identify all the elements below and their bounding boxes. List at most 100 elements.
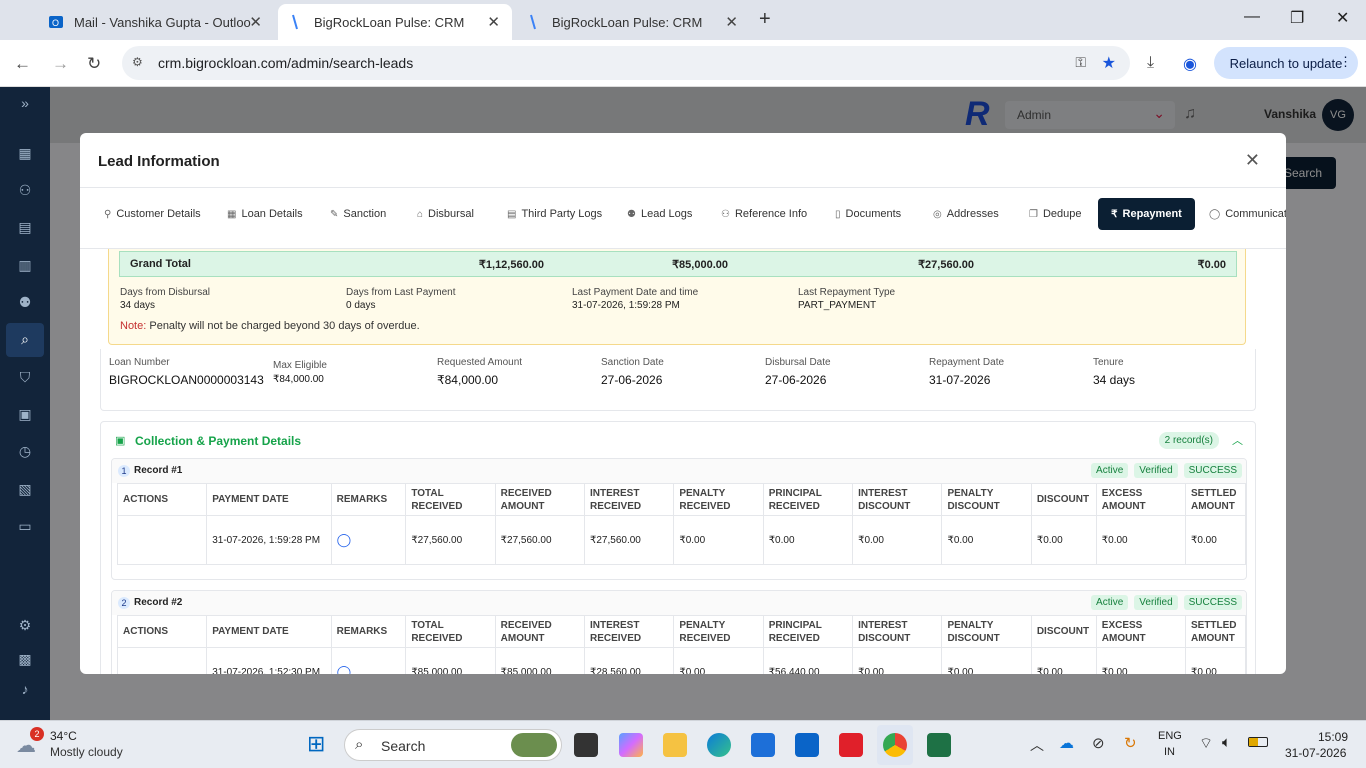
close-tab-icon[interactable]: ✕ bbox=[725, 13, 738, 31]
bookmark-star-icon[interactable]: ★ bbox=[1102, 53, 1116, 73]
stat-value: 31-07-2026, 1:59:28 PM bbox=[572, 300, 680, 311]
browser-tab-crm-active[interactable]: BigRockLoan Pulse: CRM ✕ bbox=[278, 4, 512, 40]
edge-icon[interactable] bbox=[707, 733, 731, 757]
payment-table: ACTIONS PAYMENT DATE REMARKS TOTAL RECEI… bbox=[116, 483, 1246, 565]
omnibox[interactable]: ⚙ crm.bigrockloan.com/admin/search-leads… bbox=[122, 46, 1130, 80]
column-header: PAYMENT DATE bbox=[206, 615, 332, 648]
note-prefix: Note: bbox=[120, 320, 147, 332]
clock-date[interactable]: 31-07-2026 bbox=[1285, 746, 1346, 760]
column-header: DISCOUNT bbox=[1030, 615, 1097, 648]
tab-dedupe[interactable]: ❐ Dedupe bbox=[1021, 198, 1090, 230]
windows-taskbar: ☁ 2 34°C Mostly cloudy ⊞ ⌕ Search ︿ ☁ ⊘ … bbox=[0, 720, 1366, 768]
calendar-icon[interactable]: ▣ bbox=[16, 406, 34, 424]
tab-loan-details[interactable]: ▦ Loan Details bbox=[219, 198, 311, 230]
expand-icon[interactable]: » bbox=[16, 95, 34, 113]
briefcase-icon[interactable]: ▩ bbox=[16, 651, 34, 669]
task-view-icon[interactable] bbox=[574, 733, 598, 757]
more-menu-icon[interactable]: ⋮ bbox=[1339, 54, 1352, 70]
table-cell: ₹0.00 bbox=[852, 647, 943, 674]
report-icon[interactable]: ▧ bbox=[16, 481, 34, 499]
bell-icon[interactable]: ♪ bbox=[16, 681, 34, 699]
clock-icon[interactable]: ◷ bbox=[16, 443, 34, 461]
chart-icon[interactable]: ▥ bbox=[16, 257, 34, 275]
tab-repayment[interactable]: ₹ Repayment bbox=[1098, 198, 1195, 230]
browser-tab-crm[interactable]: BigRockLoan Pulse: CRM ✕ bbox=[516, 4, 750, 40]
onedrive-icon[interactable]: ☁ bbox=[1059, 734, 1074, 752]
stat-label: Last Payment Date and time bbox=[572, 287, 699, 298]
chevron-up-icon[interactable]: ︿ bbox=[1030, 735, 1044, 755]
url-text[interactable]: crm.bigrockloan.com/admin/search-leads bbox=[158, 55, 413, 71]
tab-addresses[interactable]: ◎ Addresses bbox=[925, 198, 1007, 230]
update-icon[interactable]: ↻ bbox=[1124, 734, 1137, 752]
tab-label: Disbursal bbox=[428, 208, 474, 220]
weather-desc[interactable]: Mostly cloudy bbox=[50, 745, 123, 759]
tab-disbursal[interactable]: ⌂ Disbursal bbox=[409, 198, 482, 230]
tab-documents[interactable]: ▯ Documents bbox=[827, 198, 909, 230]
copilot-icon[interactable] bbox=[619, 733, 643, 757]
document-icon[interactable]: ▤ bbox=[16, 219, 34, 237]
site-info-icon[interactable]: ⚙ bbox=[132, 55, 143, 69]
tab-lead-logs[interactable]: ⚉ Lead Logs bbox=[619, 198, 700, 230]
search-icon[interactable]: ⌕ bbox=[16, 331, 34, 349]
download-icon[interactable]: ⤓ bbox=[1147, 54, 1154, 72]
table-cell: ₹56,440.00 bbox=[762, 647, 854, 674]
outlook-icon[interactable] bbox=[795, 733, 819, 757]
clock-time[interactable]: 15:09 bbox=[1318, 730, 1348, 744]
column-header: INTEREST DISCOUNT bbox=[852, 615, 943, 648]
chat-bubble-icon[interactable]: ◯ bbox=[337, 664, 352, 674]
tab-customer-details[interactable]: ⚲ Customer Details bbox=[96, 198, 209, 230]
close-window-icon[interactable]: ✕ bbox=[1336, 8, 1349, 28]
language-bottom[interactable]: IN bbox=[1164, 746, 1175, 758]
close-tab-icon[interactable]: ✕ bbox=[249, 13, 262, 31]
taskbar-search[interactable]: ⌕ Search bbox=[344, 729, 562, 761]
chat-bubble-icon[interactable]: ◯ bbox=[337, 532, 352, 547]
tab-reference-info[interactable]: ⚇ Reference Info bbox=[713, 198, 815, 230]
wps-icon[interactable] bbox=[839, 733, 863, 757]
minimize-icon[interactable]: — bbox=[1244, 8, 1260, 26]
weather-temp[interactable]: 34°C bbox=[50, 729, 77, 743]
password-key-icon[interactable]: ⚿ bbox=[1075, 54, 1086, 71]
store-icon[interactable] bbox=[751, 733, 775, 757]
network-off-icon[interactable]: ⊘ bbox=[1092, 734, 1105, 752]
language-top[interactable]: ENG bbox=[1158, 730, 1182, 742]
shield-icon[interactable]: ⛉ bbox=[16, 369, 34, 387]
dashboard-icon[interactable]: ▦ bbox=[16, 145, 34, 163]
wifi-icon[interactable]: ⌔ bbox=[1199, 734, 1213, 753]
back-icon[interactable]: ← bbox=[14, 54, 31, 74]
column-header: DISCOUNT bbox=[1030, 483, 1097, 516]
volume-icon[interactable]: 🔈︎ bbox=[1222, 734, 1231, 751]
file-explorer-icon[interactable] bbox=[663, 733, 687, 757]
close-tab-icon[interactable]: ✕ bbox=[487, 13, 500, 31]
relaunch-button[interactable]: Relaunch to update ⋮ bbox=[1214, 47, 1358, 79]
chevron-up-icon[interactable]: ︿ bbox=[1232, 432, 1243, 448]
windows-start-icon[interactable]: ⊞ bbox=[307, 731, 325, 757]
tab-sanction[interactable]: ✎ Sanction bbox=[322, 198, 394, 230]
chrome-icon[interactable] bbox=[883, 733, 907, 757]
add-user-icon[interactable]: ⚇ bbox=[16, 182, 34, 200]
new-tab-icon[interactable]: + bbox=[759, 8, 771, 31]
tab-third-party-logs[interactable]: ▤ Third Party Logs bbox=[499, 198, 610, 230]
tab-communication[interactable]: ◯ Communicatio bbox=[1201, 198, 1286, 230]
settings-icon[interactable]: ⚙ bbox=[16, 617, 34, 635]
users-icon[interactable]: ⚉ bbox=[16, 294, 34, 312]
battery-icon[interactable] bbox=[1248, 737, 1268, 747]
column-header: EXCESS AMOUNT bbox=[1095, 483, 1186, 516]
actions-cell[interactable] bbox=[116, 647, 208, 674]
stat-value: 34 days bbox=[120, 300, 156, 311]
close-icon[interactable]: ✕ bbox=[1245, 150, 1260, 171]
table-cell: ₹0.00 bbox=[941, 647, 1032, 674]
modal-body[interactable]: Grand Total ₹1,12,560.00 ₹85,000.00 ₹27,… bbox=[80, 249, 1286, 674]
summary-label: Sanction Date bbox=[601, 357, 664, 368]
profile-icon[interactable]: ◉ bbox=[1183, 54, 1197, 74]
reload-icon[interactable]: ↻ bbox=[87, 54, 101, 74]
excel-icon[interactable] bbox=[927, 733, 951, 757]
forward-icon[interactable]: → bbox=[52, 54, 69, 74]
crm-favicon-icon bbox=[526, 14, 542, 30]
users-icon: ⚉ bbox=[627, 208, 636, 220]
column-header: EXCESS AMOUNT bbox=[1095, 615, 1186, 648]
chat-icon[interactable]: ▭ bbox=[16, 518, 34, 536]
sidebar: » ▦ ⚇ ▤ ▥ ⚉ ⌕ ⛉ ▣ ◷ ▧ ▭ ⚙ ▩ ♪ bbox=[0, 87, 50, 720]
browser-tab-mail[interactable]: O Mail - Vanshika Gupta - Outloo ✕ bbox=[38, 4, 274, 40]
actions-cell[interactable] bbox=[116, 515, 208, 565]
maximize-icon[interactable]: ❐ bbox=[1290, 8, 1304, 28]
